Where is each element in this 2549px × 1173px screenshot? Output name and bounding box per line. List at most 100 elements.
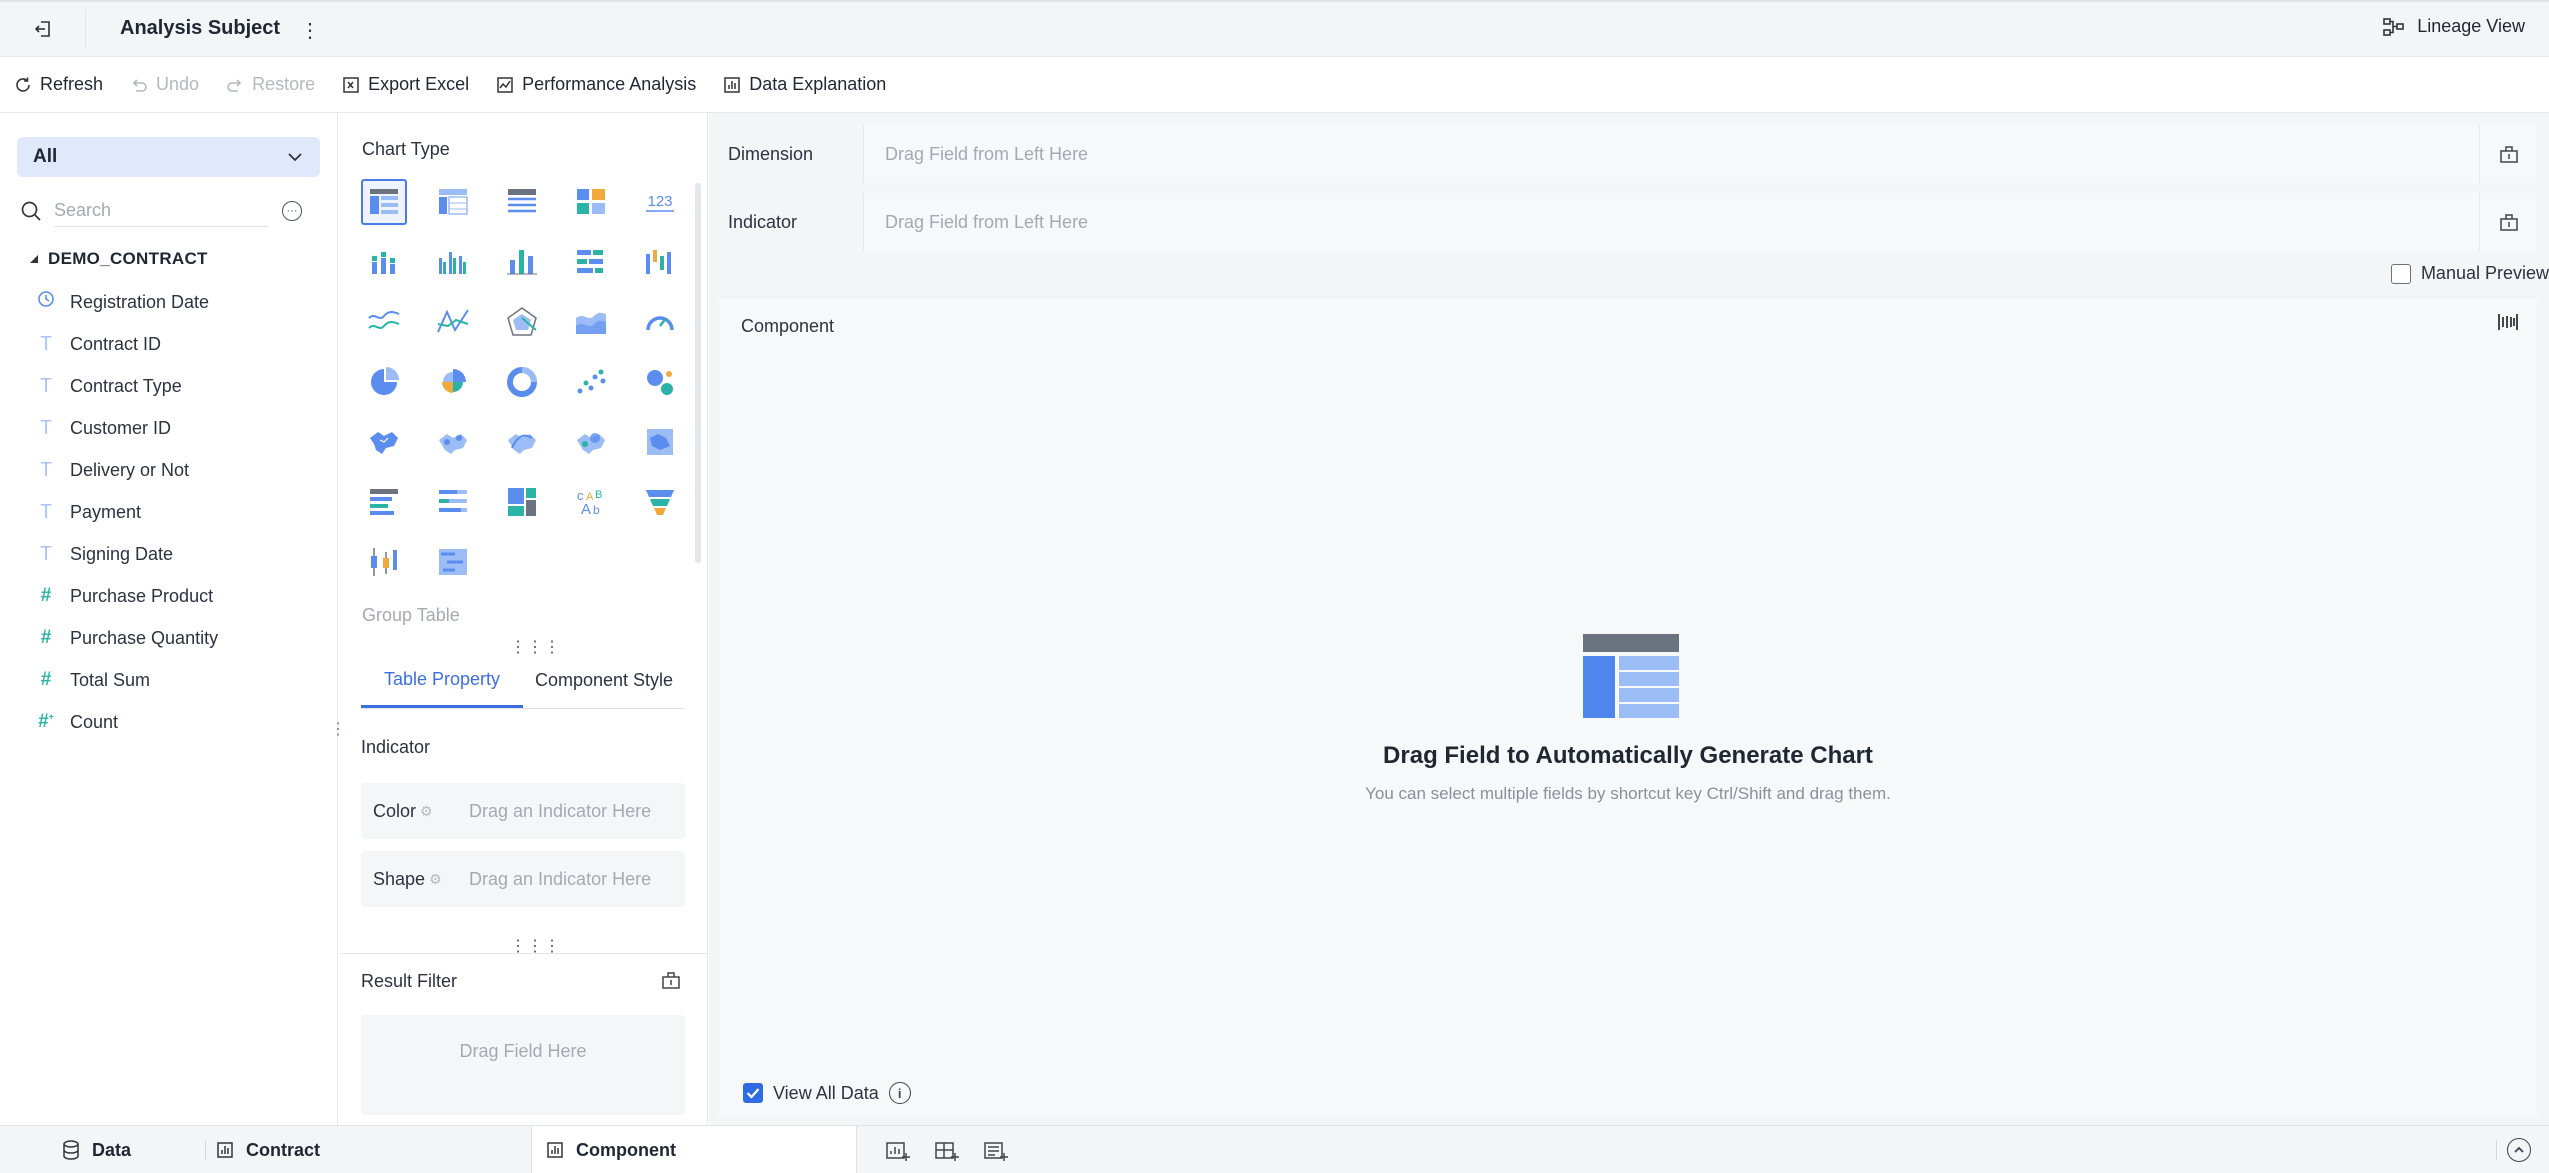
shape-property-label: Shape ⚙: [373, 869, 469, 890]
area-chart-icon[interactable]: [568, 299, 614, 345]
export-excel-button[interactable]: Export Excel: [342, 74, 469, 95]
map-overlay-icon[interactable]: [637, 419, 683, 465]
add-dashboard-icon[interactable]: [933, 1138, 961, 1164]
field-label: Total Sum: [70, 670, 150, 691]
view-all-data-toggle[interactable]: View All Data i: [743, 1082, 911, 1104]
scatter-chart-icon[interactable]: [568, 359, 614, 405]
field-item[interactable]: #+Count: [36, 701, 326, 743]
bottom-tab-bar: Data Contract Component: [0, 1125, 2549, 1173]
splitter-handle[interactable]: ⋮⋮⋮: [510, 644, 561, 652]
tab-contract[interactable]: Contract: [216, 1126, 320, 1173]
pie-chart-icon[interactable]: [361, 359, 407, 405]
dataset-select[interactable]: All: [17, 137, 320, 177]
splitter-handle[interactable]: ⋮⋮⋮: [510, 943, 561, 951]
heat-map-icon[interactable]: [568, 419, 614, 465]
field-item[interactable]: TDelivery or Not: [36, 449, 326, 491]
shape-property-drop[interactable]: Shape ⚙ Drag an Indicator Here: [361, 851, 685, 907]
polyline-chart-icon[interactable]: [430, 299, 476, 345]
database-icon: [62, 1140, 80, 1160]
gauge-chart-icon[interactable]: [637, 299, 683, 345]
add-report-icon[interactable]: [982, 1138, 1010, 1164]
dimension-bar: Dimension Drag Field from Left Here: [719, 125, 2537, 183]
bar-chart-icon[interactable]: [568, 239, 614, 285]
field-item[interactable]: #Purchase Quantity: [36, 617, 326, 659]
tab-component[interactable]: Component: [531, 1126, 857, 1173]
restore-button[interactable]: Restore: [226, 74, 315, 95]
box-plot-icon[interactable]: [361, 539, 407, 585]
info-icon[interactable]: i: [889, 1082, 911, 1104]
radar-chart-icon[interactable]: [499, 299, 545, 345]
field-item[interactable]: TSigning Date: [36, 533, 326, 575]
indicator-settings-icon[interactable]: [2479, 193, 2537, 251]
word-cloud-icon[interactable]: cABAb: [568, 479, 614, 525]
table-node[interactable]: DEMO_CONTRACT: [30, 249, 208, 269]
settings-icon[interactable]: ⚙: [429, 871, 442, 888]
cross-table-icon[interactable]: [430, 179, 476, 225]
scrollbar[interactable]: [695, 183, 701, 563]
field-item[interactable]: TCustomer ID: [36, 407, 326, 449]
collapse-up-icon[interactable]: [2507, 1138, 2531, 1162]
field-search: ···: [20, 193, 320, 229]
data-explanation-button[interactable]: Data Explanation: [723, 74, 886, 95]
column-chart-icon[interactable]: [499, 239, 545, 285]
field-label: Purchase Quantity: [70, 628, 218, 649]
detail-table-icon[interactable]: [499, 179, 545, 225]
bubble-chart-icon[interactable]: [637, 359, 683, 405]
stacked-column-icon[interactable]: [361, 239, 407, 285]
treemap-icon[interactable]: [499, 479, 545, 525]
empty-state-subtitle: You can select multiple fields by shortc…: [719, 784, 2537, 804]
result-filter-drop[interactable]: Drag Field Here: [361, 1015, 685, 1115]
flow-map-icon[interactable]: [499, 419, 545, 465]
field-item[interactable]: #Purchase Product: [36, 575, 326, 617]
refresh-label: Refresh: [40, 74, 103, 95]
more-options-icon[interactable]: ···: [282, 201, 302, 221]
region-map-icon[interactable]: [361, 419, 407, 465]
kpi-number-icon[interactable]: 123: [637, 179, 683, 225]
dimension-drop-zone[interactable]: Drag Field from Left Here: [864, 125, 2479, 183]
settings-icon[interactable]: ⚙: [420, 803, 433, 820]
text-type-icon: T: [36, 459, 56, 481]
undo-button[interactable]: Undo: [130, 74, 199, 95]
tab-component-style[interactable]: Component Style: [523, 653, 685, 708]
point-map-icon[interactable]: [430, 419, 476, 465]
manual-preview-checkbox[interactable]: [2391, 264, 2411, 284]
manual-preview-toggle[interactable]: Manual Preview: [2391, 263, 2549, 284]
add-component-icon[interactable]: [884, 1138, 912, 1164]
gantt-chart-icon[interactable]: [430, 539, 476, 585]
manual-preview-label: Manual Preview: [2421, 263, 2549, 284]
component-layout-icon[interactable]: [2497, 312, 2519, 337]
component-canvas: Component Drag Field to Automatically Ge…: [719, 297, 2537, 1117]
dimension-settings-icon[interactable]: [2479, 125, 2537, 183]
multi-chart-icon[interactable]: [568, 179, 614, 225]
performance-analysis-button[interactable]: Performance Analysis: [496, 74, 696, 95]
funnel-chart-icon[interactable]: [637, 479, 683, 525]
component-title: Component: [741, 316, 834, 337]
grouped-column-icon[interactable]: [430, 239, 476, 285]
line-chart-icon[interactable]: [361, 299, 407, 345]
group-table-icon[interactable]: [361, 179, 407, 225]
indicator-drop-zone[interactable]: Drag Field from Left Here: [864, 193, 2479, 251]
list-table-icon[interactable]: [361, 479, 407, 525]
filter-settings-icon[interactable]: [661, 970, 681, 995]
more-vertical-icon[interactable]: ⋮: [300, 16, 320, 44]
field-item[interactable]: TContract Type: [36, 365, 326, 407]
view-all-data-checkbox[interactable]: [743, 1083, 763, 1103]
tab-table-property[interactable]: Table Property: [361, 653, 523, 708]
refresh-button[interactable]: Refresh: [14, 74, 103, 95]
exit-icon[interactable]: [28, 16, 58, 42]
donut-chart-icon[interactable]: [499, 359, 545, 405]
field-item[interactable]: #Total Sum: [36, 659, 326, 701]
data-explanation-label: Data Explanation: [749, 74, 886, 95]
field-item[interactable]: TContract ID: [36, 323, 326, 365]
tab-data[interactable]: Data: [62, 1126, 131, 1173]
rose-chart-icon[interactable]: [430, 359, 476, 405]
color-property-drop[interactable]: Color ⚙ Drag an Indicator Here: [361, 783, 685, 839]
waterfall-chart-icon[interactable]: [637, 239, 683, 285]
lineage-view-button[interactable]: Lineage View: [2383, 16, 2525, 37]
progress-list-icon[interactable]: [430, 479, 476, 525]
field-item[interactable]: Registration Date: [36, 281, 326, 323]
field-item[interactable]: TPayment: [36, 491, 326, 533]
analysis-area: Dimension Drag Field from Left Here Indi…: [709, 113, 2549, 1125]
shape-placeholder: Drag an Indicator Here: [469, 869, 651, 890]
search-input[interactable]: [54, 195, 268, 227]
